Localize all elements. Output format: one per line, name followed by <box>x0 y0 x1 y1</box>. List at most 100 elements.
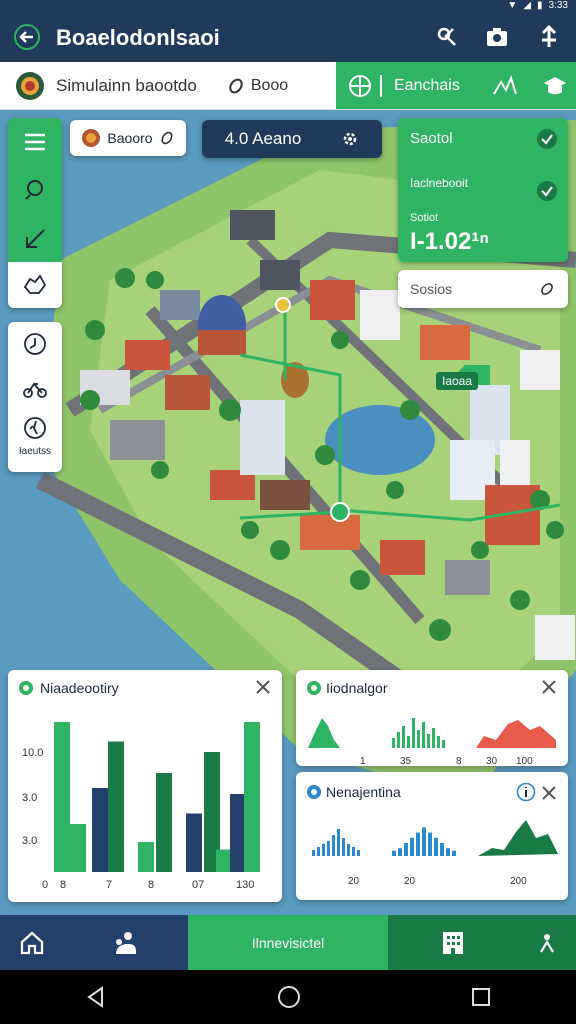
settings-gear-icon <box>344 132 357 146</box>
mode-tabs: Eanchais <box>336 62 576 109</box>
bar <box>416 832 420 856</box>
sub-bar: Simulainn baootdo Booo Eanchais <box>0 62 576 110</box>
tab-label[interactable]: Eanchais <box>394 77 460 95</box>
poi-pin-icon[interactable] <box>275 297 291 313</box>
home-circle-icon[interactable] <box>276 984 302 1010</box>
bar <box>156 773 172 872</box>
chart-line-icon[interactable] <box>492 74 518 98</box>
card-top-right-title: Iiodnalgor <box>326 680 388 696</box>
location-bar: Simulainn baootdo Booo <box>0 62 336 109</box>
sensor-caption: Sotiot <box>410 212 439 224</box>
card-dot-icon <box>19 681 33 695</box>
clock-button[interactable] <box>8 322 62 366</box>
bar <box>417 730 420 748</box>
center-tab[interactable]: Ilnnevisictel <box>188 915 388 970</box>
bar <box>70 824 86 872</box>
mode-rail: Iaeutss <box>8 322 62 472</box>
close-icon[interactable] <box>254 678 272 696</box>
buildings-tab[interactable] <box>388 915 518 970</box>
bar <box>392 850 396 856</box>
check-icon[interactable] <box>536 128 558 150</box>
filter-chip[interactable]: Baooro <box>70 120 186 156</box>
recents-square-icon[interactable] <box>470 986 492 1008</box>
menu-icon <box>25 133 45 151</box>
bar <box>437 736 440 748</box>
bar <box>402 726 405 748</box>
bar <box>332 835 335 856</box>
bar <box>407 736 410 748</box>
y-tick-label: 10.0 <box>22 747 43 759</box>
card-dot-icon <box>307 785 321 799</box>
person-tab[interactable] <box>518 915 576 970</box>
back-button[interactable] <box>10 20 44 54</box>
y-tick-label: 3.0 <box>22 835 37 847</box>
bar <box>92 788 108 872</box>
globe-icon[interactable] <box>348 74 372 98</box>
x-tick-label: 8 <box>148 879 154 891</box>
bar <box>452 850 456 856</box>
camera-button[interactable] <box>480 20 514 54</box>
area-series <box>476 720 556 748</box>
search-label: Booo <box>250 76 289 94</box>
x-tick-label: 35 <box>400 756 412 766</box>
close-icon[interactable] <box>540 678 558 696</box>
bar <box>412 718 415 748</box>
bar <box>312 850 315 856</box>
bar <box>427 734 430 748</box>
close-icon[interactable] <box>540 784 558 802</box>
edit-icon <box>161 131 173 145</box>
walk-button[interactable] <box>8 410 62 446</box>
center-tab-label: Ilnnevisictel <box>251 934 325 951</box>
system-nav <box>0 970 576 1024</box>
route-pin-icon[interactable] <box>330 502 350 522</box>
city-map[interactable]: Iaeutss Baooro 4.0 Aeano Saotol Iaclnebo… <box>0 110 576 915</box>
tools-button[interactable] <box>430 20 464 54</box>
people-tab[interactable] <box>64 915 188 970</box>
battery-icon: ▮ <box>537 0 543 11</box>
chart-card-main: Niaadeootiry 10.0 3.0 3.0 0 8 7 8 07 130 <box>8 670 282 902</box>
y-tick-label: 0 <box>42 879 48 891</box>
back-triangle-icon[interactable] <box>84 985 108 1009</box>
status-bar: ▼ ◢ ▮ 3:33 <box>0 0 576 12</box>
card-dot-icon <box>307 681 321 695</box>
check-icon[interactable] <box>536 180 558 202</box>
bar <box>54 722 70 872</box>
share-button[interactable] <box>532 20 566 54</box>
y-tick-label: 3.0 <box>22 792 37 804</box>
bar <box>432 728 435 748</box>
measure-button[interactable] <box>8 214 62 262</box>
home-tab[interactable] <box>0 915 64 970</box>
graduation-icon[interactable] <box>542 74 568 98</box>
clock-icon <box>24 333 46 355</box>
share-icon <box>541 25 557 47</box>
sensor-row-label: Iaclnebooit <box>410 176 469 190</box>
bike-button[interactable] <box>8 366 62 410</box>
tool-rail <box>8 118 62 308</box>
info-icon[interactable] <box>516 782 536 802</box>
zoom-button[interactable] <box>8 166 62 214</box>
status-time: 3:33 <box>548 0 568 11</box>
emblem-small-icon <box>82 129 101 147</box>
measure-icon <box>26 229 45 248</box>
signal-icon: ◢ <box>523 0 532 11</box>
bar <box>434 837 438 856</box>
app-title: Boaelodonlsaoi <box>56 25 220 50</box>
app-bar: Boaelodonlsaoi <box>0 12 576 62</box>
bar <box>347 844 350 856</box>
search-box[interactable]: Sosios <box>398 270 568 308</box>
layers-button[interactable] <box>8 262 62 308</box>
top-right-chart: 1 35 8 30 100 <box>308 718 556 766</box>
area-series <box>478 820 558 856</box>
map-region-icon <box>23 274 47 294</box>
bar <box>397 732 400 748</box>
bar <box>352 847 355 856</box>
divider <box>380 74 382 97</box>
bar <box>440 843 444 856</box>
bar <box>357 850 360 856</box>
menu-button[interactable] <box>8 118 62 166</box>
map-label[interactable]: Iaoaa <box>436 372 479 390</box>
search-button[interactable]: Booo <box>227 77 288 95</box>
search-map-icon <box>25 180 43 200</box>
x-tick-label: 100 <box>516 756 533 766</box>
info-chip[interactable]: 4.0 Aeano <box>202 120 382 158</box>
